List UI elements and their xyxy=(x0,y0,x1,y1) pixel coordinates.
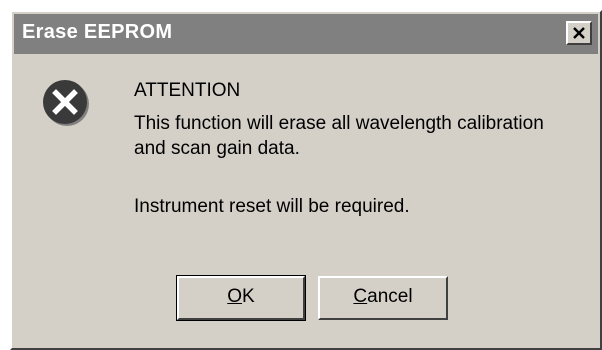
cancel-button[interactable]: Cancel xyxy=(318,276,448,320)
erase-eeprom-dialog: Erase EEPROM ATTENTION This function wil… xyxy=(10,10,602,350)
message-body: This function will erase all wavelength … xyxy=(134,113,544,159)
error-icon xyxy=(42,79,90,127)
ok-button[interactable]: OK xyxy=(176,275,306,321)
title-bar[interactable]: Erase EEPROM xyxy=(14,14,598,54)
close-button[interactable] xyxy=(566,21,592,45)
message-heading: ATTENTION xyxy=(134,80,241,101)
ok-label-rest: K xyxy=(242,286,255,307)
message-note: Instrument reset will be required. xyxy=(134,196,410,217)
cancel-label-rest: ancel xyxy=(367,286,413,307)
cancel-mnemonic: C xyxy=(353,286,368,307)
close-icon xyxy=(568,23,590,43)
window-title: Erase EEPROM xyxy=(22,21,173,43)
ok-mnemonic: O xyxy=(227,286,243,307)
